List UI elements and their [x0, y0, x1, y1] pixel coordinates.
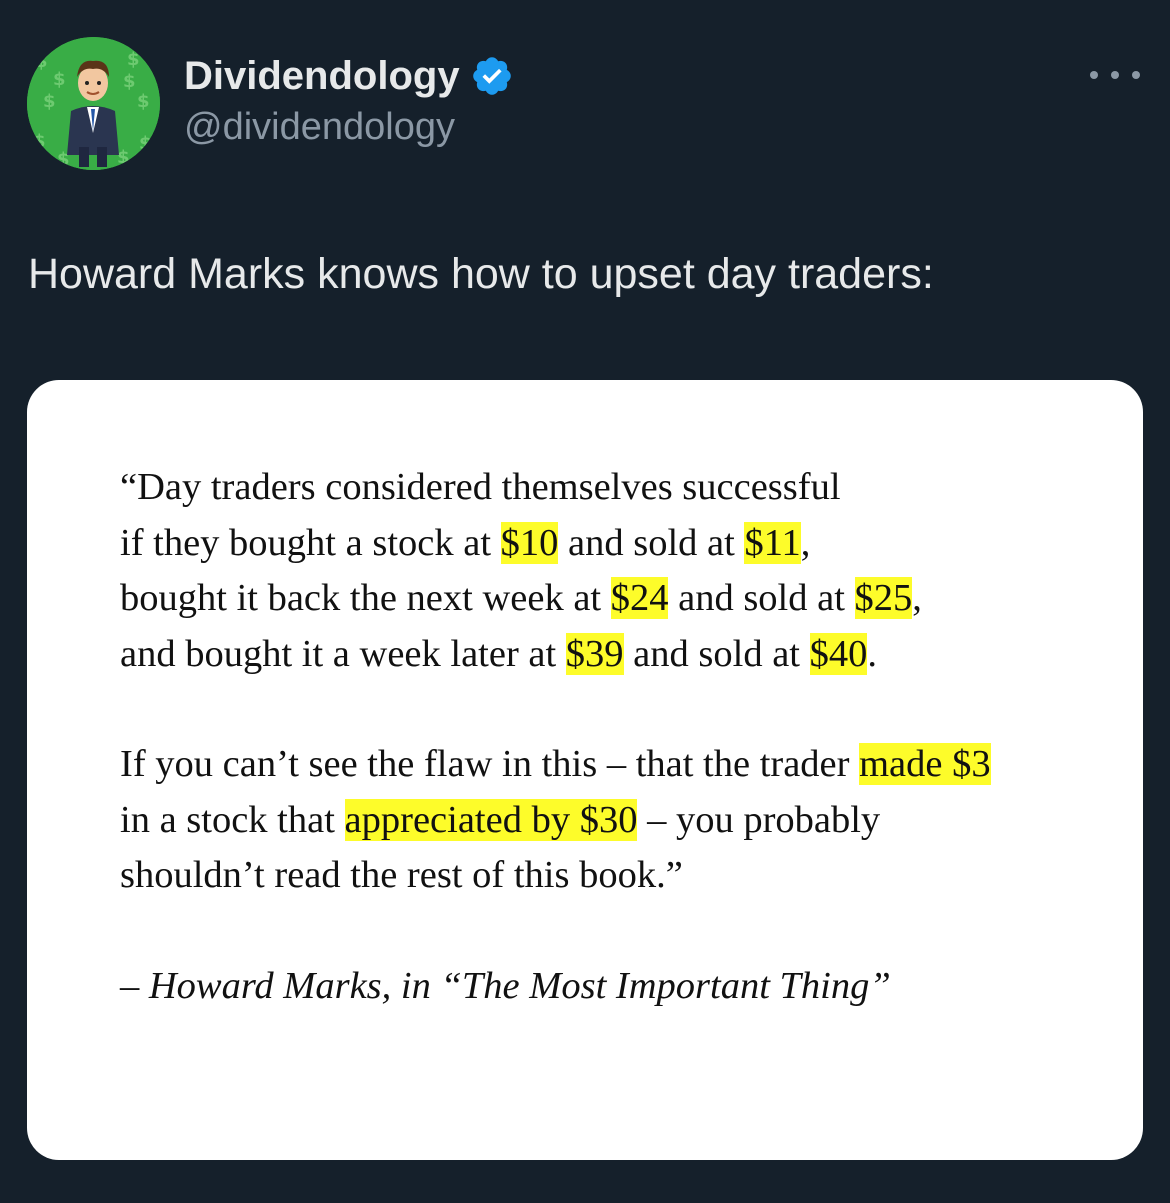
highlight: $40	[809, 632, 868, 675]
svg-text:$: $	[35, 51, 48, 72]
handle[interactable]: @dividendology	[184, 106, 455, 149]
quote-line: If you can’t see the flaw in this – that…	[120, 743, 991, 785]
highlight: appreciated by $30	[344, 798, 638, 841]
more-horizontal-icon	[1090, 71, 1098, 79]
quote-line: if they bought a stock at $10 and sold a…	[120, 521, 811, 564]
svg-text:$: $	[43, 91, 56, 112]
more-options-button[interactable]	[1090, 60, 1140, 90]
more-horizontal-icon	[1132, 71, 1140, 79]
verified-badge-icon[interactable]	[470, 54, 514, 98]
quote-line: and bought it a week later at $39 and so…	[120, 632, 877, 675]
highlight: $39	[565, 632, 624, 675]
quote-line: shouldn’t read the rest of this book.”	[120, 854, 683, 896]
svg-text:$: $	[53, 69, 66, 90]
tweet-text: Howard Marks knows how to upset day trad…	[28, 250, 934, 298]
quote-line: bought it back the next week at $24 and …	[120, 577, 922, 619]
tweet: $ $ $ $ $ $ $ $ $ $ Dividendology @divid…	[0, 0, 1170, 1203]
quote-line: “Day traders considered themselves succe…	[120, 466, 841, 508]
highlight: $11	[744, 521, 801, 564]
quote-line: in a stock that appreciated by $30 – you…	[120, 798, 881, 841]
highlight: $10	[500, 521, 559, 564]
display-name-row: Dividendology	[184, 48, 514, 104]
svg-text:$: $	[137, 91, 150, 112]
svg-text:$: $	[127, 49, 140, 70]
attribution: – Howard Marks, in “The Most Important T…	[120, 964, 891, 1007]
highlight: made $3	[859, 743, 991, 785]
tweet-image[interactable]: “Day traders considered themselves succe…	[27, 380, 1143, 1160]
avatar[interactable]: $ $ $ $ $ $ $ $ $ $	[27, 37, 160, 170]
more-horizontal-icon	[1111, 71, 1119, 79]
svg-text:$: $	[123, 71, 136, 92]
highlight: $25	[854, 577, 913, 619]
quote-text: “Day traders considered themselves succe…	[120, 460, 1110, 1014]
svg-text:$: $	[139, 133, 152, 154]
svg-text:$: $	[117, 147, 130, 168]
avatar-businessman-icon: $ $ $ $ $ $ $ $ $ $	[27, 37, 160, 170]
svg-text:$: $	[33, 131, 46, 152]
display-name[interactable]: Dividendology	[184, 54, 460, 99]
highlight: $24	[610, 577, 669, 619]
